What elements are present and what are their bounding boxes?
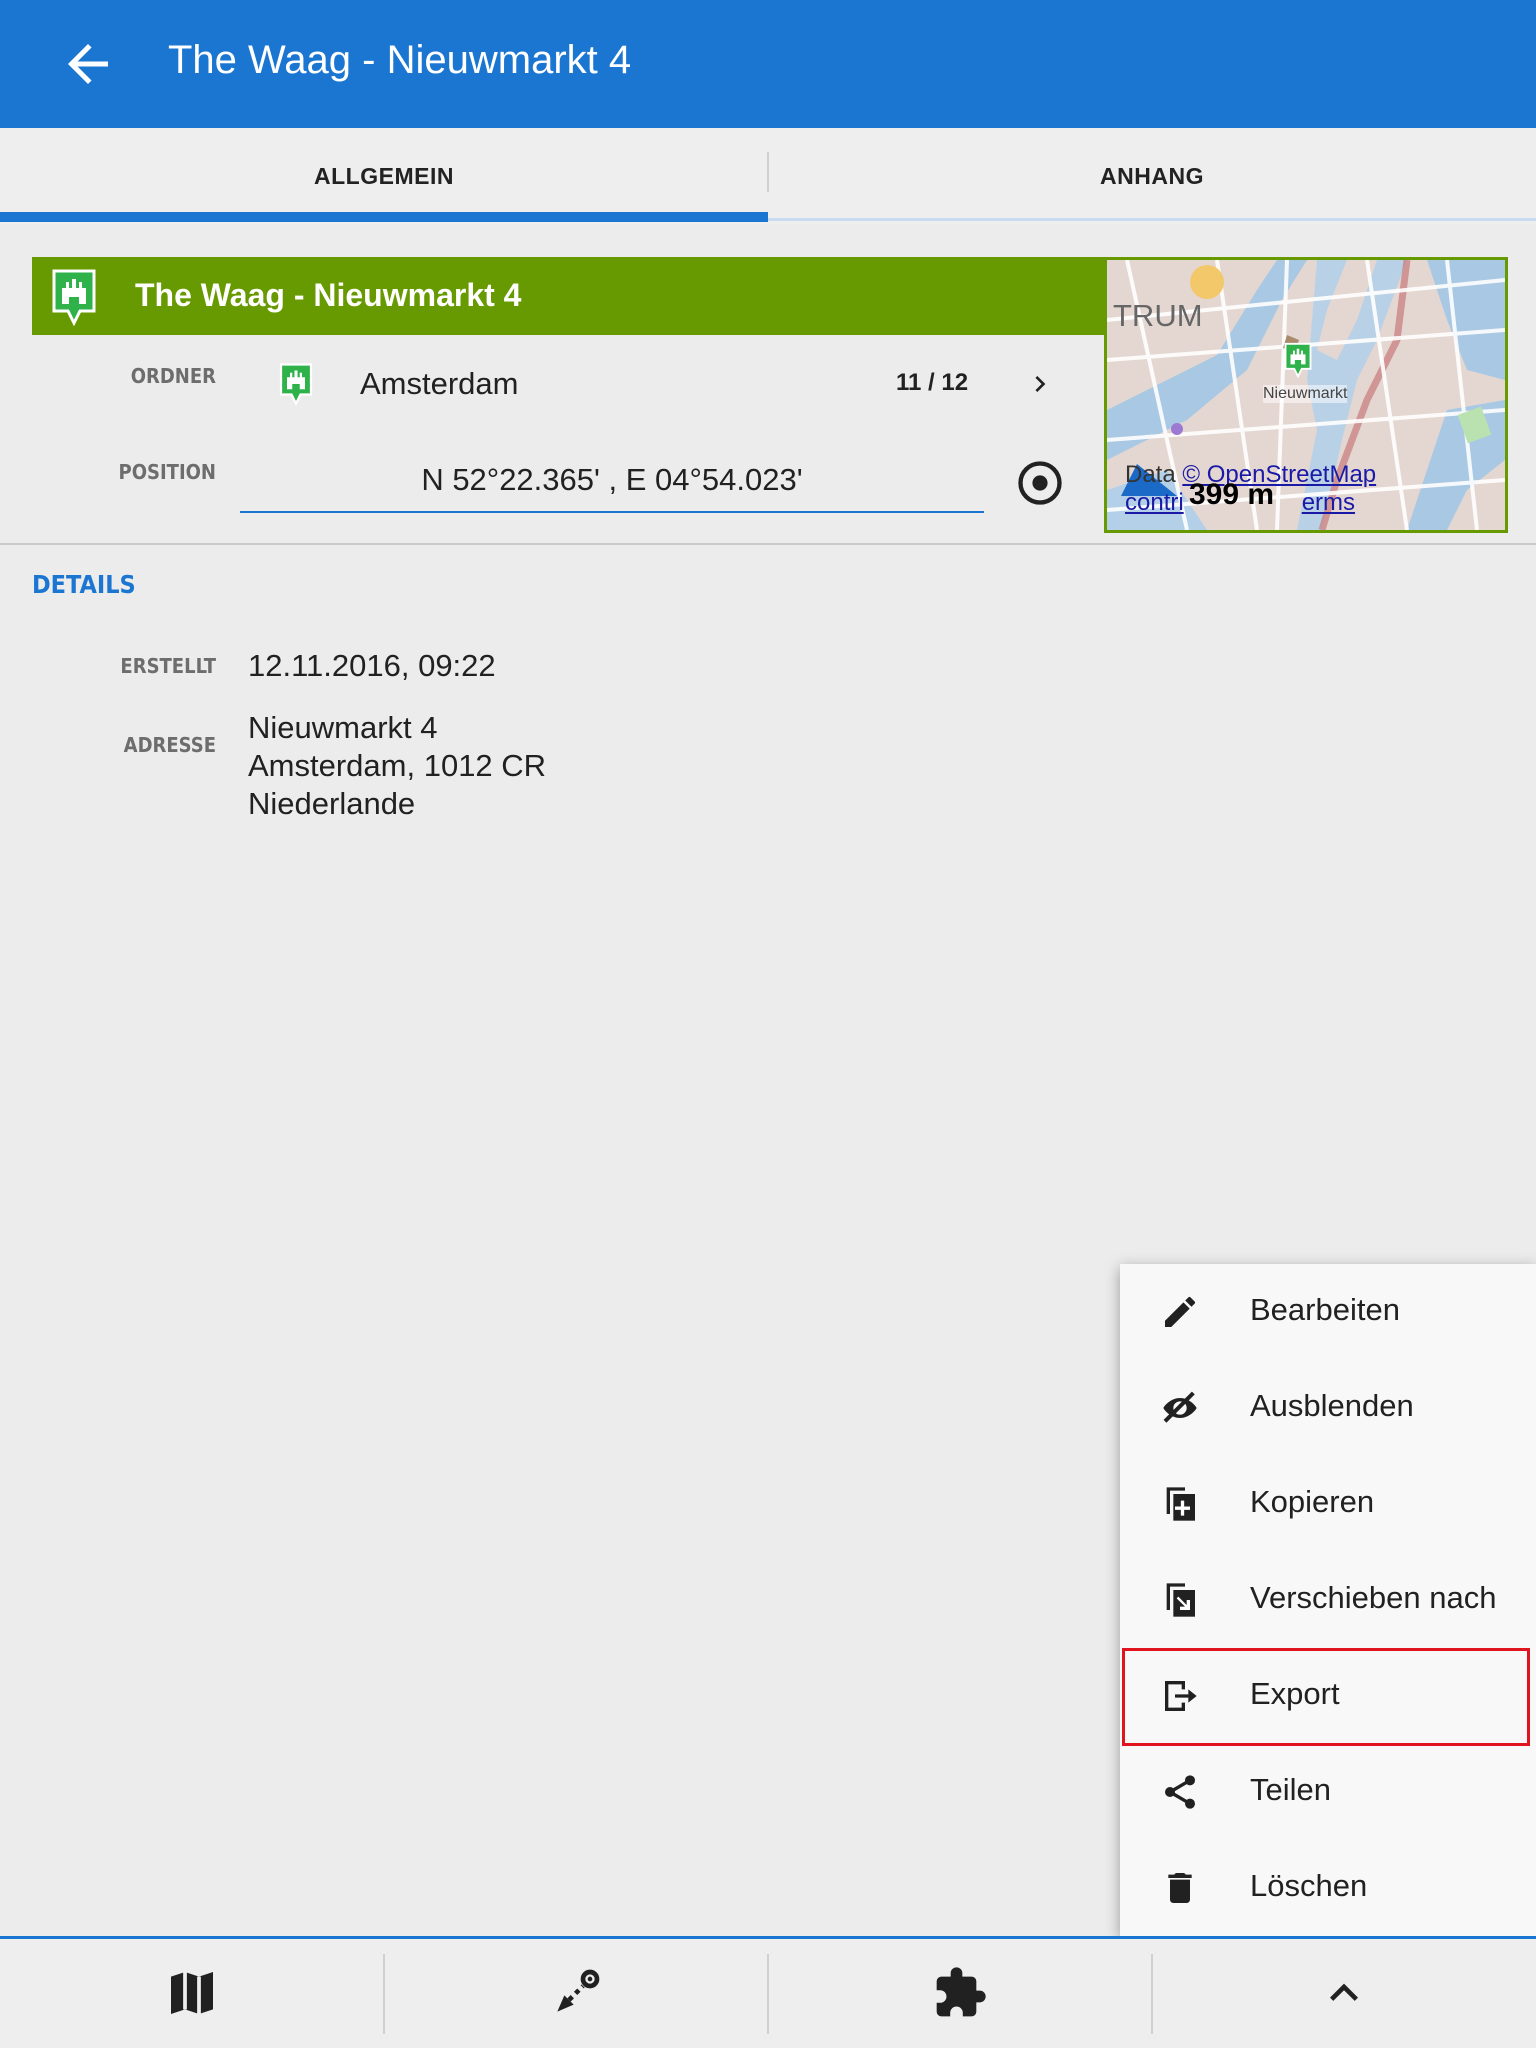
menu-item-kopieren[interactable]: Kopieren [1120,1456,1536,1552]
map-place-label: Nieuwmarkt [1263,385,1348,403]
folder-counter: 11 / 12 [896,369,969,396]
tab-bar: ALLGEMEIN ANHANG [0,128,1536,224]
castle-pin-icon [52,269,96,326]
puzzle-icon [936,1967,986,2017]
details-heading: DETAILS [32,570,136,599]
map-poi-icon [1284,342,1312,379]
map-district-label: TRUM [1113,298,1203,333]
section-divider [0,543,1536,545]
tab-underline [768,218,1536,221]
bottom-nav-navigation[interactable] [384,1939,768,2048]
map-scale: 399 m [1189,478,1275,511]
bottom-nav-map[interactable] [0,1939,384,2048]
bottom-nav-addons[interactable] [768,1939,1152,2048]
castle-folder-icon [279,363,313,407]
address-label: ADRESSE [123,733,216,757]
app-bar: The Waag - Nieuwmarkt 4 [0,0,1536,128]
move-icon [1166,1583,1195,1617]
address-line2: Amsterdam, 1012 CR [248,748,547,783]
menu-item-ausblenden[interactable]: Ausblenden [1120,1360,1536,1456]
map-preview[interactable]: TRUM Nieuwmarkt Data © OpenStreetMap con… [1104,257,1508,533]
position-label: POSITION [118,460,216,484]
point-header: The Waag - Nieuwmarkt 4 [32,257,1106,335]
position-field[interactable]: N 52°22.365' , E 04°54.023' [240,455,984,513]
arrow-back-icon[interactable] [58,34,118,94]
tab-anhang[interactable]: ANHANG [768,128,1536,224]
menu-item-verschieben[interactable]: Verschieben nach [1120,1552,1536,1648]
navigation-icon [557,1969,600,2012]
chevron-up-icon [1330,1983,1358,2001]
export-highlight [1122,1648,1530,1746]
target-icon[interactable] [1014,457,1066,509]
address-line3: Niederlande [248,786,416,821]
address-line1: Nieuwmarkt 4 [248,710,438,745]
trash-icon [1168,1873,1192,1903]
tab-allgemein[interactable]: ALLGEMEIN [0,128,768,224]
copy-icon [1166,1487,1195,1521]
menu-item-loeschen[interactable]: Löschen [1120,1840,1536,1936]
tab-indicator [0,212,768,222]
page-title: The Waag - Nieuwmarkt 4 [168,38,632,82]
position-value: N 52°22.365' , E 04°54.023' [421,462,803,497]
eye-off-icon [1163,1391,1197,1423]
bottom-nav [0,1936,1536,2048]
share-icon [1165,1775,1195,1809]
folder-name[interactable]: Amsterdam [360,366,518,402]
map-icon [171,1972,213,2014]
created-label: ERSTELLT [120,654,216,678]
bottom-nav-more[interactable] [1152,1939,1536,2048]
context-menu: Bearbeiten Ausblenden Kopieren Verschieb… [1120,1264,1536,1936]
menu-item-teilen[interactable]: Teilen [1120,1744,1536,1840]
point-name: The Waag - Nieuwmarkt 4 [135,277,522,313]
chevron-right-icon[interactable] [1024,368,1056,400]
folder-label: ORDNER [130,364,216,388]
menu-item-bearbeiten[interactable]: Bearbeiten [1120,1264,1536,1360]
created-value: 12.11.2016, 09:22 [248,648,496,683]
pencil-icon [1165,1296,1196,1327]
